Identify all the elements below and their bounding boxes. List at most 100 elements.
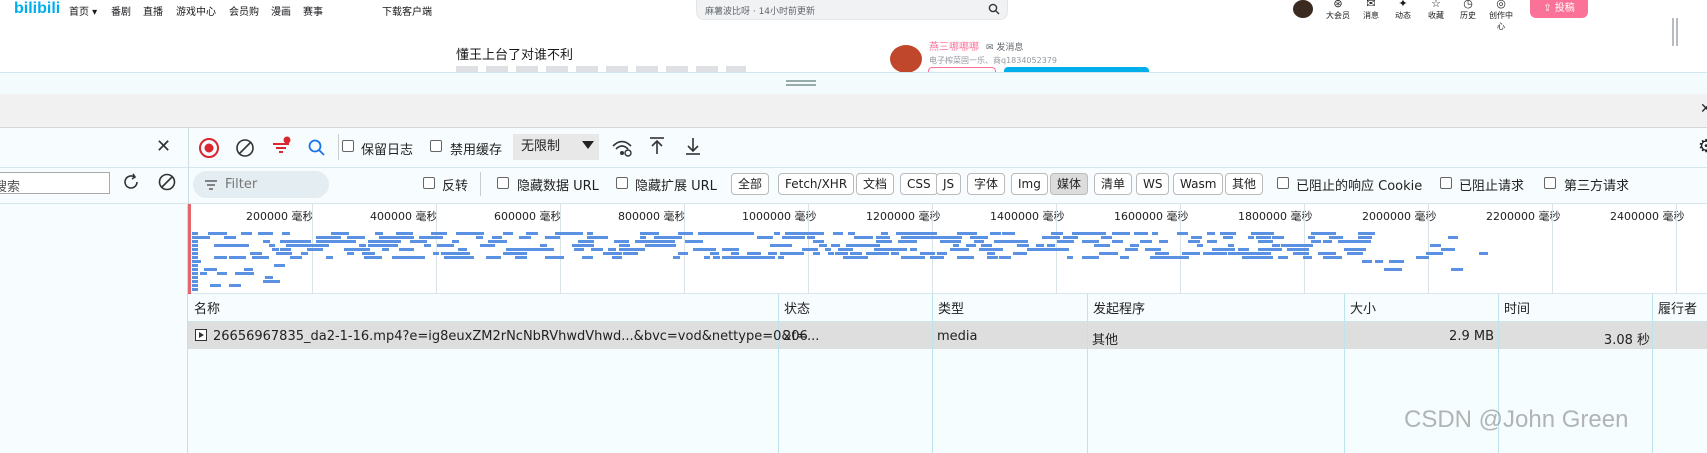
creator-center-entry[interactable]: ◎ 创作中心 bbox=[1486, 0, 1516, 32]
devtools-top-strip bbox=[0, 72, 1707, 94]
waterfall-bar bbox=[296, 240, 311, 243]
waterfall-bar bbox=[861, 256, 868, 259]
waterfall-bar bbox=[515, 248, 532, 251]
waterfall-bar bbox=[323, 240, 331, 243]
waterfall-bar bbox=[458, 248, 467, 251]
column-separator[interactable] bbox=[1344, 294, 1345, 453]
type-filter-0[interactable]: 全部 bbox=[731, 173, 770, 195]
import-har-icon[interactable] bbox=[648, 136, 666, 156]
nav-home[interactable]: 首页 ▾ bbox=[69, 3, 97, 18]
nav-esports[interactable]: 赛事 bbox=[303, 3, 323, 18]
message-icon: ✉ bbox=[1366, 0, 1376, 10]
dynamics-entry[interactable]: ✦ 动态 bbox=[1388, 0, 1418, 21]
search-icon[interactable] bbox=[988, 3, 1000, 15]
export-har-icon[interactable] bbox=[684, 136, 702, 156]
waterfall-bar bbox=[1321, 232, 1336, 235]
column-header-5[interactable]: 时间 bbox=[1504, 298, 1530, 317]
waterfall-bar bbox=[307, 248, 323, 251]
waterfall-bar bbox=[1159, 240, 1168, 243]
preserve-log-checkbox[interactable] bbox=[342, 140, 354, 152]
type-filter-1[interactable]: Fetch/XHR bbox=[778, 173, 855, 195]
nav-download-client[interactable]: 下载客户端 bbox=[382, 3, 432, 18]
column-header-2[interactable]: 类型 bbox=[938, 298, 964, 317]
settings-gear-icon[interactable]: ⚙ bbox=[1698, 136, 1707, 157]
message-entry[interactable]: ✉ 消息 bbox=[1356, 0, 1386, 21]
column-separator[interactable] bbox=[1652, 294, 1653, 453]
filter-input[interactable]: Filter bbox=[193, 171, 329, 198]
favorites-entry[interactable]: ☆ 收藏 bbox=[1421, 0, 1451, 21]
nav-manga[interactable]: 漫画 bbox=[271, 3, 291, 18]
page-scrollbar[interactable] bbox=[1672, 18, 1678, 46]
left-search-input[interactable]: 搜索 bbox=[0, 172, 110, 195]
refresh-icon[interactable] bbox=[121, 172, 141, 192]
column-header-1[interactable]: 状态 bbox=[784, 298, 810, 317]
divider bbox=[480, 172, 481, 196]
network-conditions-icon[interactable] bbox=[611, 136, 633, 158]
waterfall-bar bbox=[476, 236, 483, 239]
blocked-requests-checkbox[interactable] bbox=[1440, 177, 1452, 189]
nav-anime[interactable]: 番剧 bbox=[111, 3, 131, 18]
cell-name[interactable]: 26656967835_da2-1-16.mp4?e=ig8euxZM2rNcN… bbox=[213, 329, 819, 344]
type-filter-2[interactable]: 文档 bbox=[856, 173, 895, 195]
waterfall-bar bbox=[229, 284, 241, 287]
search-box[interactable]: 麻薯波比呀 · 14小时前更新 bbox=[696, 0, 1008, 20]
type-filter-9[interactable]: WS bbox=[1136, 173, 1170, 195]
nav-game-center[interactable]: 游戏中心 bbox=[176, 3, 216, 18]
upload-button[interactable]: ⇪ 投稿 bbox=[1530, 0, 1588, 18]
history-entry[interactable]: ◷ 历史 bbox=[1453, 0, 1483, 21]
waterfall-bar bbox=[208, 232, 227, 235]
type-filter-8[interactable]: 清单 bbox=[1094, 173, 1133, 195]
clear-search-icon[interactable] bbox=[157, 172, 177, 192]
column-header-3[interactable]: 发起程序 bbox=[1093, 298, 1145, 317]
type-filter-5[interactable]: 字体 bbox=[967, 173, 1006, 195]
column-header-0[interactable]: 名称 bbox=[194, 298, 220, 317]
record-icon[interactable] bbox=[198, 137, 220, 159]
waterfall-bar bbox=[1152, 232, 1158, 235]
timeline-gridline bbox=[684, 204, 685, 294]
waterfall-bar bbox=[1426, 252, 1443, 255]
invert-checkbox[interactable] bbox=[423, 177, 435, 189]
search-placeholder: 麻薯波比呀 · 14小时前更新 bbox=[705, 7, 816, 17]
waterfall-bar bbox=[782, 236, 797, 239]
waterfall-bar bbox=[1223, 236, 1233, 239]
column-separator[interactable] bbox=[778, 294, 779, 453]
nav-live[interactable]: 直播 bbox=[143, 3, 163, 18]
third-party-checkbox[interactable] bbox=[1544, 177, 1556, 189]
close-drawer-icon[interactable]: ✕ bbox=[156, 138, 171, 156]
disable-cache-checkbox[interactable] bbox=[430, 140, 442, 152]
blocked-cookies-label: 已阻止的响应 Cookie bbox=[1296, 179, 1423, 194]
nav-vip-shop[interactable]: 会员购 bbox=[229, 3, 259, 18]
waterfall-bar bbox=[1106, 252, 1118, 255]
column-separator[interactable] bbox=[1087, 294, 1088, 453]
send-message-link[interactable]: ✉ 发消息 bbox=[986, 40, 1023, 53]
panel-split-handle[interactable] bbox=[786, 80, 816, 86]
waterfall-bar bbox=[276, 252, 292, 255]
video-title[interactable]: 懂王上台了对谁不利 bbox=[456, 44, 573, 63]
waterfall-bar bbox=[1353, 248, 1366, 251]
search-icon[interactable] bbox=[307, 138, 327, 158]
column-separator[interactable] bbox=[932, 294, 933, 453]
uploader-avatar[interactable] bbox=[890, 45, 922, 73]
type-filter-10[interactable]: Wasm bbox=[1173, 173, 1224, 195]
timeline-tick-label: 800000 毫秒 bbox=[618, 210, 686, 223]
clear-icon[interactable] bbox=[235, 138, 255, 158]
vip-entry[interactable]: ⊛ 大会员 bbox=[1323, 0, 1353, 21]
type-filter-7[interactable]: 媒体 bbox=[1050, 173, 1089, 195]
uploader-name[interactable]: 燕三哪哪哪 bbox=[929, 38, 979, 53]
type-filter-11[interactable]: 其他 bbox=[1225, 173, 1264, 195]
filter-toggle-icon[interactable] bbox=[270, 136, 292, 158]
column-header-6[interactable]: 履行者 bbox=[1658, 298, 1697, 317]
overview-cursor[interactable] bbox=[188, 204, 191, 294]
type-filter-6[interactable]: Img bbox=[1011, 173, 1048, 195]
blocked-cookies-checkbox[interactable] bbox=[1277, 177, 1289, 189]
user-avatar[interactable] bbox=[1293, 0, 1313, 18]
disable-cache-label: 禁用缓存 bbox=[450, 143, 503, 158]
type-filter-4[interactable]: JS bbox=[936, 173, 962, 195]
hide-data-url-checkbox[interactable] bbox=[497, 177, 509, 189]
type-filter-3[interactable]: CSS bbox=[900, 173, 938, 195]
invert-label: 反转 bbox=[442, 179, 469, 194]
hide-extension-url-checkbox[interactable] bbox=[616, 177, 628, 189]
close-icon[interactable]: ✕ bbox=[1700, 101, 1707, 117]
column-header-4[interactable]: 大小 bbox=[1350, 298, 1376, 317]
waterfall-bar bbox=[233, 244, 249, 247]
